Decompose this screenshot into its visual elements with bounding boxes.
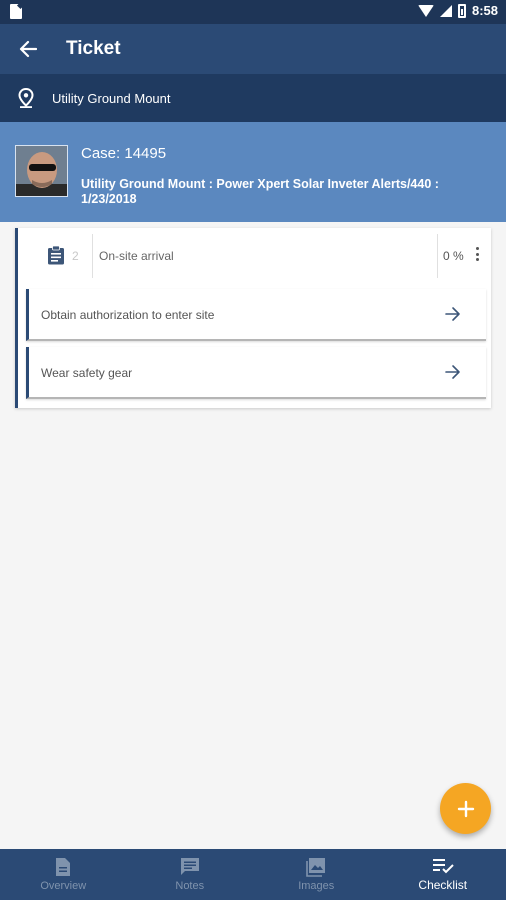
wifi-icon [417, 4, 434, 17]
case-number: Case: 14495 [81, 145, 167, 162]
task-label: Obtain authorization to enter site [41, 308, 215, 322]
location-pin-icon [0, 88, 52, 108]
page-title: Ticket [66, 38, 121, 59]
image-icon [306, 858, 326, 877]
checklist-group-title: On-site arrival [99, 249, 174, 263]
signal-icon [439, 4, 452, 17]
status-icons: 8:58 [417, 3, 498, 18]
nav-label: Overview [40, 880, 87, 892]
checklist-group-header[interactable]: 2 On-site arrival 0 % [18, 234, 491, 278]
location-bar: Utility Ground Mount [0, 74, 506, 122]
app-bar: Ticket [0, 24, 506, 74]
case-description: Utility Ground Mount : Power Xpert Solar… [81, 177, 439, 206]
checklist-card: 2 On-site arrival 0 % Obtain authorizati… [15, 228, 491, 408]
status-time: 8:58 [471, 3, 498, 18]
checklist-icon [432, 859, 454, 874]
sim-card-icon [10, 4, 22, 19]
location-label: Utility Ground Mount [52, 90, 171, 106]
arrow-right-icon[interactable] [445, 306, 461, 327]
clipboard-icon [47, 245, 65, 270]
nav-label: Checklist [418, 878, 468, 892]
plus-icon [457, 800, 474, 817]
nav-label: Notes [175, 880, 205, 892]
avatar [15, 145, 68, 197]
task-label: Wear safety gear [41, 366, 133, 380]
nav-overview[interactable]: Overview [0, 849, 127, 900]
case-header: Case: 14495 Utility Ground Mount : Power… [0, 122, 506, 222]
bottom-navigation: Overview Notes Images Checklist [0, 849, 506, 900]
document-icon [56, 858, 71, 876]
status-bar: 8:58 [0, 0, 506, 24]
checklist-task[interactable]: Wear safety gear [26, 347, 486, 399]
more-vertical-icon[interactable] [474, 247, 480, 263]
arrow-right-icon[interactable] [445, 364, 461, 385]
checklist-group-count: 2 [72, 249, 79, 263]
checklist-task[interactable]: Obtain authorization to enter site [26, 289, 486, 341]
nav-checklist[interactable]: Checklist [380, 849, 506, 900]
nav-label: Images [298, 880, 335, 892]
back-arrow-icon[interactable] [0, 24, 56, 74]
add-button[interactable] [440, 783, 491, 834]
comment-icon [180, 858, 199, 875]
battery-icon [457, 3, 466, 18]
nav-images[interactable]: Images [253, 849, 380, 900]
nav-notes[interactable]: Notes [127, 849, 254, 900]
checklist-group-percent: 0 % [443, 249, 464, 263]
divider [437, 234, 438, 278]
divider [92, 234, 93, 278]
